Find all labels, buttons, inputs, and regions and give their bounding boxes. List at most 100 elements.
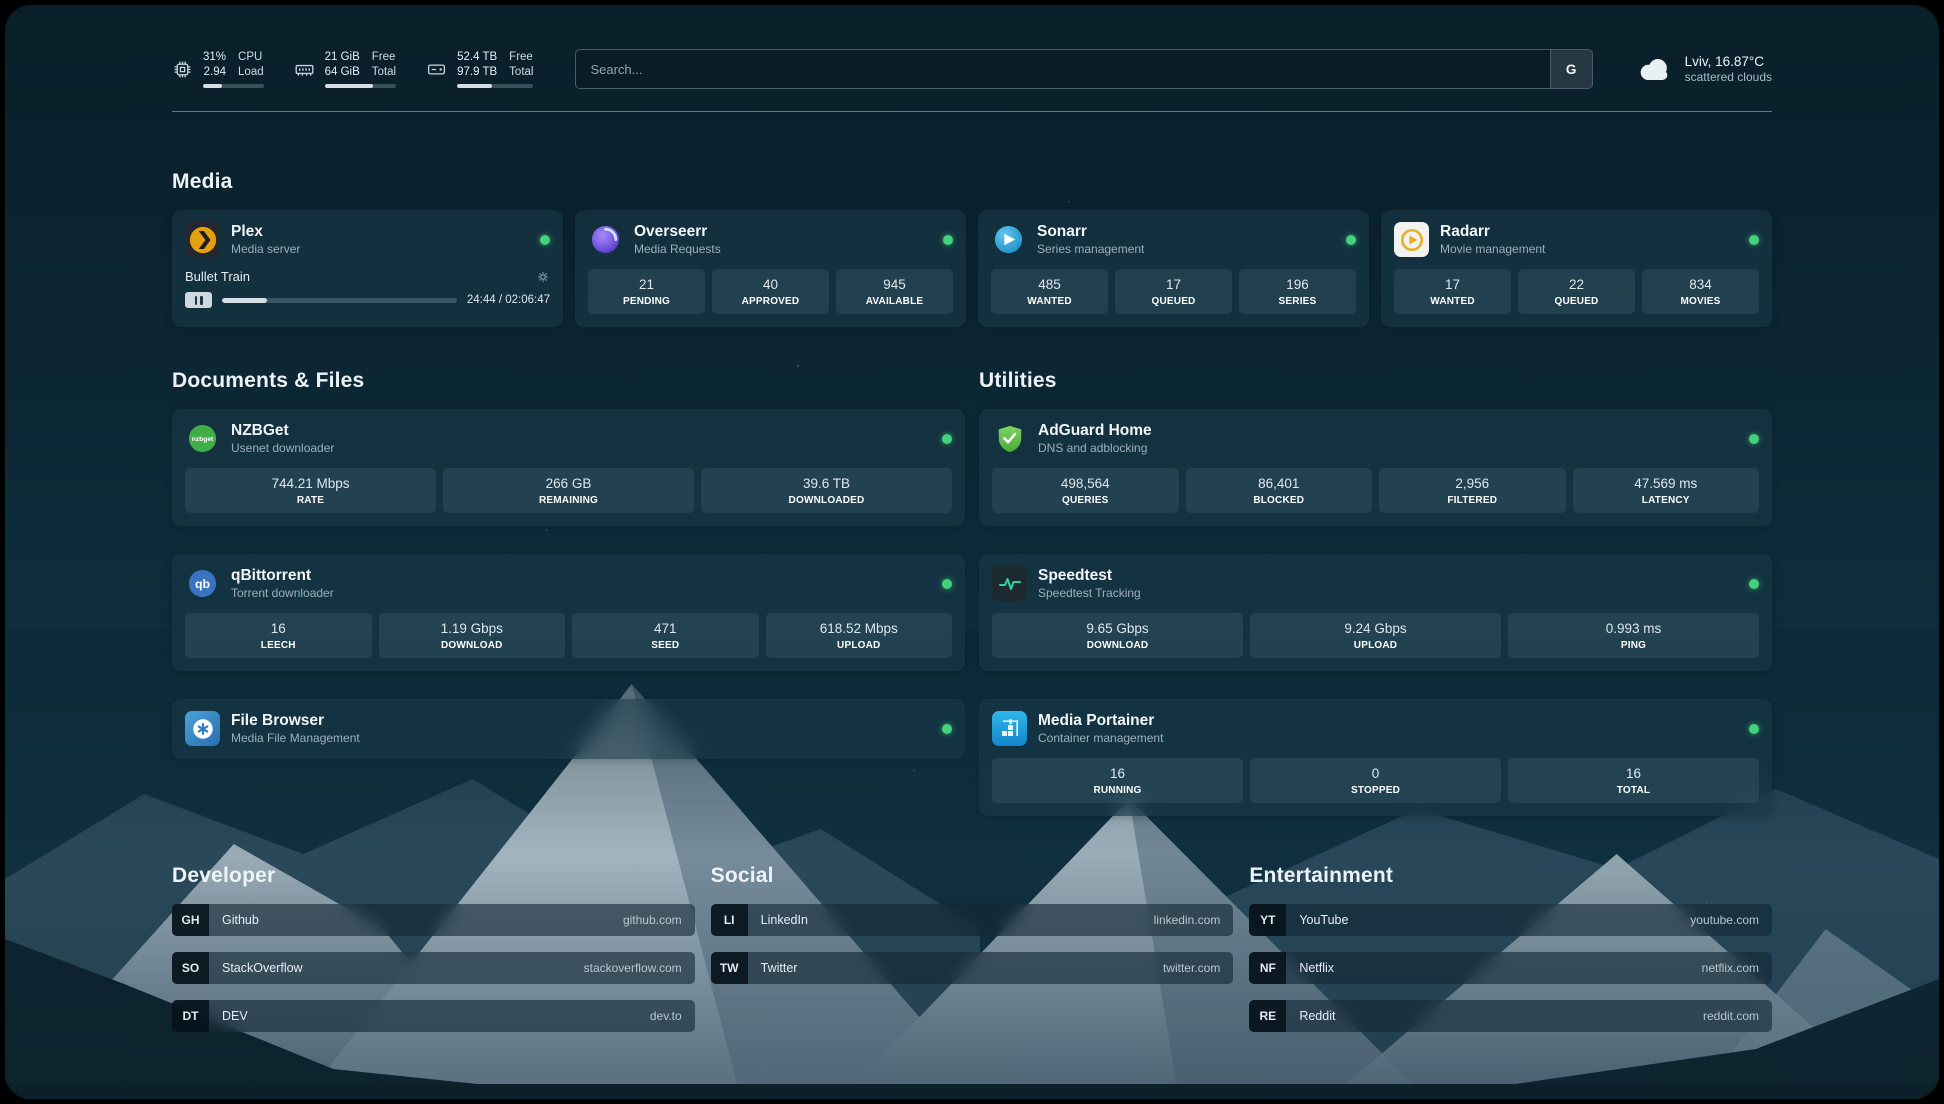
cpu-widget: 31% CPU 2.94 Load [172, 50, 264, 88]
bookmark-reddit[interactable]: RE Reddit reddit.com [1249, 1000, 1772, 1032]
weather-location-temp: Lviv, 16.87°C [1685, 53, 1772, 70]
stat-download: 9.65 Gbps DOWNLOAD [992, 613, 1243, 658]
status-dot [942, 724, 952, 734]
section-title-media: Media [172, 170, 1772, 194]
bookmark-group-social: Social LI LinkedIn linkedin.com TW Twitt… [711, 864, 1234, 1032]
section-title-social: Social [711, 864, 1234, 888]
stat-total: 16 TOTAL [1508, 758, 1759, 803]
service-card-adguard[interactable]: AdGuard Home DNS and adblocking 498,564 … [979, 409, 1772, 526]
status-dot [1749, 434, 1759, 444]
bookmark-abbr: GH [172, 904, 209, 936]
service-card-sonarr[interactable]: Sonarr Series management 485 WANTED 17 Q… [978, 210, 1369, 327]
section-title-documents: Documents & Files [172, 369, 965, 393]
bookmark-name: YouTube [1286, 913, 1348, 927]
search-provider-button[interactable]: G [1550, 50, 1592, 88]
service-card-speedtest[interactable]: Speedtest Speedtest Tracking 9.65 Gbps D… [979, 554, 1772, 671]
playback-progress-bar[interactable] [222, 298, 457, 303]
disk-total-value: 97.9 TB [457, 65, 497, 79]
service-name: Sonarr [1037, 222, 1144, 241]
service-name: qBittorrent [231, 566, 334, 585]
bookmark-name: Twitter [748, 961, 798, 975]
bookmark-abbr: RE [1249, 1000, 1286, 1032]
bookmark-abbr: SO [172, 952, 209, 984]
bookmark-stackoverflow[interactable]: SO StackOverflow stackoverflow.com [172, 952, 695, 984]
bookmark-abbr: DT [172, 1000, 209, 1032]
stat-series: 196 SERIES [1239, 269, 1356, 314]
bookmark-url: twitter.com [1163, 961, 1233, 975]
dashboard-screen: 31% CPU 2.94 Load [5, 5, 1939, 1099]
service-subtitle: Speedtest Tracking [1038, 586, 1141, 601]
service-card-nzbget[interactable]: nzbget NZBGet Usenet downloader 74 [172, 409, 965, 526]
service-subtitle: Movie management [1440, 242, 1545, 257]
stat-running: 16 RUNNING [992, 758, 1243, 803]
bookmark-name: LinkedIn [748, 913, 808, 927]
bookmark-name: DEV [209, 1009, 248, 1023]
service-name: Radarr [1440, 222, 1545, 241]
stat-available: 945 AVAILABLE [836, 269, 953, 314]
stat-latency: 47.569 ms LATENCY [1573, 468, 1760, 513]
cpu-label-top: CPU [238, 50, 264, 64]
service-subtitle: DNS and adblocking [1038, 441, 1152, 456]
filebrowser-icon [185, 711, 220, 746]
disk-usage-bar [457, 84, 533, 88]
disk-icon [426, 59, 447, 80]
bookmark-abbr: TW [711, 952, 748, 984]
stat-filtered: 2,956 FILTERED [1379, 468, 1566, 513]
weather-condition: scattered clouds [1685, 70, 1772, 85]
bookmark-url: dev.to [650, 1009, 695, 1023]
bookmark-url: github.com [623, 913, 695, 927]
cpu-label-bottom: Load [238, 65, 264, 79]
bookmark-youtube[interactable]: YT YouTube youtube.com [1249, 904, 1772, 936]
service-subtitle: Media Requests [634, 242, 721, 257]
stat-upload: 618.52 Mbps UPLOAD [766, 613, 953, 658]
bookmark-abbr: LI [711, 904, 748, 936]
service-card-radarr[interactable]: Radarr Movie management 17 WANTED 22 QUE… [1381, 210, 1772, 327]
portainer-icon [992, 711, 1027, 746]
service-card-overseerr[interactable]: Overseerr Media Requests 21 PENDING 40 A… [575, 210, 966, 327]
service-subtitle: Media File Management [231, 731, 360, 746]
bookmark-github[interactable]: GH Github github.com [172, 904, 695, 936]
service-subtitle: Series management [1037, 242, 1144, 257]
bookmark-dev[interactable]: DT DEV dev.to [172, 1000, 695, 1032]
stat-approved: 40 APPROVED [712, 269, 829, 314]
top-bar: 31% CPU 2.94 Load [172, 45, 1772, 93]
memory-total-value: 64 GiB [325, 65, 360, 79]
settings-gear-icon[interactable] [536, 270, 550, 284]
memory-usage-bar [325, 84, 396, 88]
stat-wanted: 485 WANTED [991, 269, 1108, 314]
stat-wanted: 17 WANTED [1394, 269, 1511, 314]
stat-rate: 744.21 Mbps RATE [185, 468, 436, 513]
service-card-filebrowser[interactable]: File Browser Media File Management [172, 699, 965, 759]
status-dot [942, 579, 952, 589]
service-card-plex[interactable]: Plex Media server Bullet Train [172, 210, 563, 327]
bookmark-url: youtube.com [1690, 913, 1772, 927]
bookmark-group-developer: Developer GH Github github.com SO StackO… [172, 864, 695, 1032]
disk-widget: 52.4 TB Free 97.9 TB Total [426, 50, 533, 88]
resource-widgets: 31% CPU 2.94 Load [172, 50, 533, 88]
documents-column: Documents & Files nzbget [172, 369, 965, 759]
service-subtitle: Container management [1038, 731, 1163, 746]
service-subtitle: Torrent downloader [231, 586, 334, 601]
utilities-column: Utilities [979, 369, 1772, 816]
weather-widget[interactable]: Lviv, 16.87°C scattered clouds [1635, 53, 1772, 85]
stat-seed: 471 SEED [572, 613, 759, 658]
status-dot [1346, 235, 1356, 245]
cpu-usage-bar [203, 84, 264, 88]
service-name: Plex [231, 222, 300, 241]
service-card-qbittorrent[interactable]: qb qBittorrent Torrent downloader [172, 554, 965, 671]
status-dot [1749, 724, 1759, 734]
bookmark-netflix[interactable]: NF Netflix netflix.com [1249, 952, 1772, 984]
bookmark-twitter[interactable]: TW Twitter twitter.com [711, 952, 1234, 984]
pause-button[interactable] [185, 292, 212, 308]
section-title-utilities: Utilities [979, 369, 1772, 393]
media-card-row: Plex Media server Bullet Train [172, 210, 1772, 327]
bookmark-group-entertainment: Entertainment YT YouTube youtube.com NF … [1249, 864, 1772, 1032]
stat-leech: 16 LEECH [185, 613, 372, 658]
status-dot [942, 434, 952, 444]
search-input[interactable] [576, 50, 1549, 88]
disk-label-bottom: Total [509, 65, 533, 79]
plex-icon [185, 222, 220, 257]
nzbget-icon: nzbget [185, 421, 220, 456]
bookmark-linkedin[interactable]: LI LinkedIn linkedin.com [711, 904, 1234, 936]
service-card-portainer[interactable]: Media Portainer Container management 16 … [979, 699, 1772, 816]
